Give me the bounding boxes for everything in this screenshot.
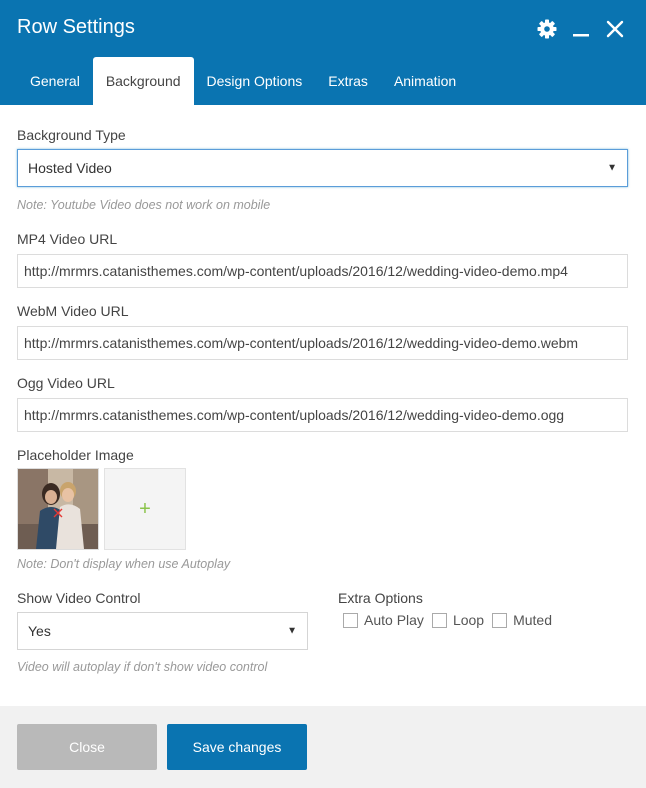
placeholder-image-label: Placeholder Image bbox=[17, 447, 134, 463]
video-control-label: Show Video Control bbox=[17, 590, 141, 606]
loop-label: Loop bbox=[452, 612, 485, 628]
autoplay-label: Auto Play bbox=[364, 612, 424, 628]
checkbox-box[interactable] bbox=[492, 612, 508, 628]
video-control-select[interactable]: Yes ▼ bbox=[17, 612, 308, 650]
autoplay-checkbox[interactable]: Auto Play bbox=[343, 612, 424, 628]
checkbox-box[interactable] bbox=[343, 612, 358, 628]
ogg-url-label: Ogg Video URL bbox=[17, 375, 115, 391]
minimize-icon[interactable] bbox=[570, 18, 592, 40]
tab-design-options[interactable]: Design Options bbox=[194, 57, 316, 105]
dropdown-arrow-icon: ▼ bbox=[287, 625, 297, 637]
webm-url-input[interactable]: http://mrmrs.catanisthemes.com/wp-conten… bbox=[17, 326, 628, 360]
background-type-label: Background Type bbox=[17, 127, 126, 143]
video-control-value: Yes bbox=[28, 623, 51, 639]
save-changes-button[interactable]: Save changes bbox=[167, 724, 307, 770]
tab-bar: General Background Design Options Extras… bbox=[17, 57, 469, 105]
muted-checkbox[interactable]: Muted bbox=[492, 612, 552, 628]
webm-url-label: WebM Video URL bbox=[17, 303, 129, 319]
close-icon[interactable] bbox=[604, 18, 626, 40]
extra-options-group: Auto Play Loop Muted bbox=[343, 612, 552, 628]
ogg-url-input[interactable]: http://mrmrs.catanisthemes.com/wp-conten… bbox=[17, 398, 628, 432]
mp4-url-input[interactable]: http://mrmrs.catanisthemes.com/wp-conten… bbox=[17, 254, 628, 288]
gear-icon[interactable] bbox=[536, 18, 558, 40]
extra-options-label: Extra Options bbox=[338, 590, 423, 606]
muted-label: Muted bbox=[513, 612, 553, 628]
video-control-note: Video will autoplay if don't show video … bbox=[17, 660, 268, 674]
modal-footer: Close Save changes bbox=[0, 706, 646, 788]
background-type-select[interactable]: Hosted Video ▼ bbox=[17, 149, 628, 187]
checkbox-box[interactable] bbox=[431, 612, 447, 628]
add-image-button[interactable]: + bbox=[104, 468, 186, 550]
modal-title: Row Settings bbox=[17, 16, 135, 38]
header-actions bbox=[536, 18, 626, 40]
tab-general[interactable]: General bbox=[17, 57, 93, 105]
placeholder-note: Note: Don't display when use Autoplay bbox=[17, 557, 231, 571]
loop-checkbox[interactable]: Loop bbox=[431, 612, 485, 628]
tab-animation[interactable]: Animation bbox=[381, 57, 469, 105]
mp4-url-label: MP4 Video URL bbox=[17, 231, 118, 247]
tab-extras[interactable]: Extras bbox=[315, 57, 381, 105]
tab-background[interactable]: Background bbox=[92, 57, 194, 105]
close-button[interactable]: Close bbox=[17, 724, 157, 770]
dropdown-arrow-icon: ▼ bbox=[607, 162, 617, 174]
placeholder-image-thumbnail[interactable] bbox=[17, 468, 99, 550]
background-type-note: Note: Youtube Video does not work on mob… bbox=[17, 198, 271, 212]
modal-header: Row Settings General Background Design O… bbox=[0, 0, 646, 105]
background-type-value: Hosted Video bbox=[28, 160, 112, 176]
